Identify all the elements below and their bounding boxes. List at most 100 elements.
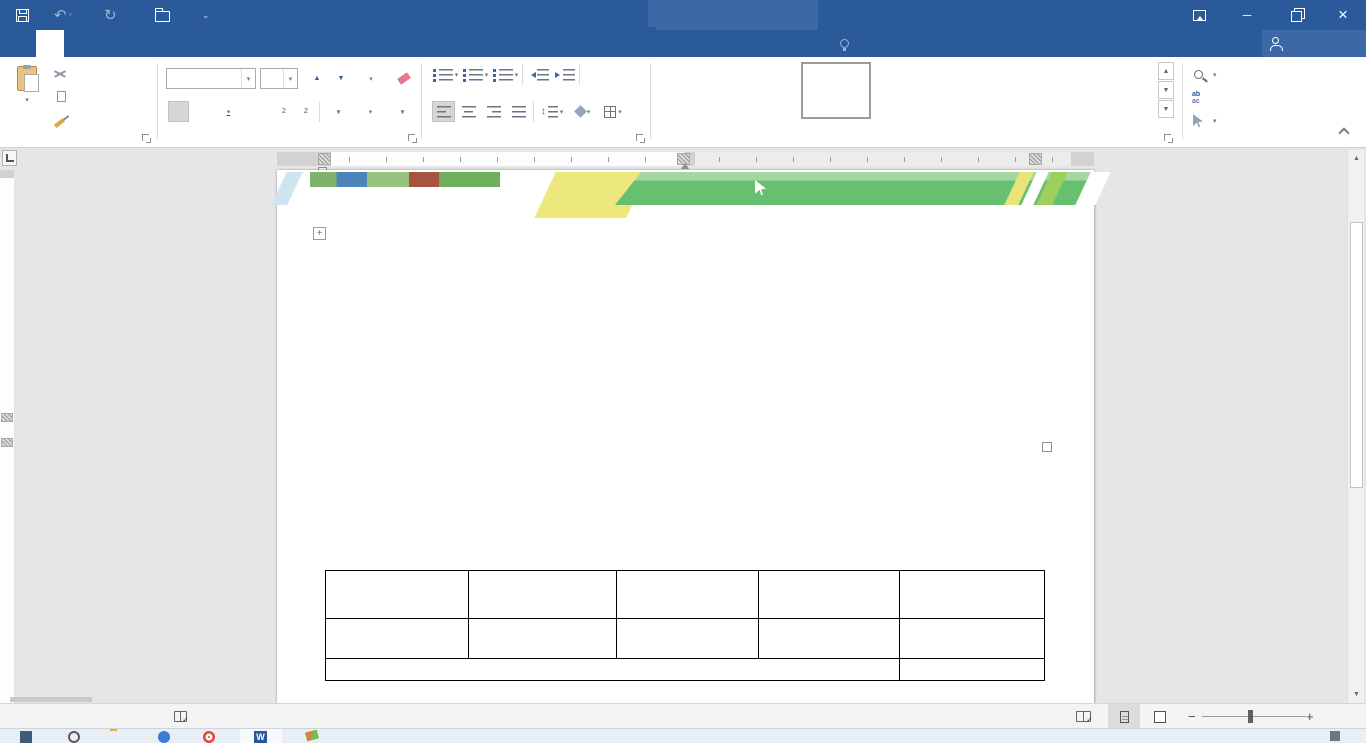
grow-font-button[interactable]: ▲ (305, 68, 327, 89)
superscript-button[interactable]: 2 (295, 101, 315, 122)
multilevel-list-button[interactable]: ▾ (492, 64, 519, 85)
font-name-combo[interactable]: ▾ (166, 68, 256, 89)
copy-button[interactable] (54, 86, 71, 107)
edge-browser-icon[interactable] (158, 731, 170, 743)
style-titulo4[interactable] (945, 62, 1015, 119)
chrome-browser-icon[interactable] (203, 731, 215, 743)
zoom-slider-thumb[interactable] (1248, 710, 1253, 723)
search-icon[interactable] (68, 731, 80, 743)
styles-more-button[interactable]: ▼ (1158, 100, 1174, 118)
clear-formatting-button[interactable] (392, 68, 416, 89)
horizontal-scrollbar-thumb[interactable] (10, 697, 92, 702)
tell-me-box[interactable] (840, 30, 855, 57)
styles-scroll-down-button[interactable]: ▼ (1158, 81, 1174, 99)
close-button[interactable]: × (1324, 0, 1362, 30)
line-spacing-button[interactable]: ↕▾ (538, 101, 566, 122)
web-layout-button[interactable] (1154, 704, 1166, 729)
align-center-button[interactable] (457, 101, 480, 122)
zoom-in-button[interactable]: + (1306, 704, 1314, 729)
table-row-marker[interactable] (1, 413, 13, 422)
increase-indent-button[interactable] (553, 64, 576, 85)
align-right-button[interactable] (482, 101, 505, 122)
undo-button[interactable]: ↶▾ (54, 0, 72, 30)
shrink-font-button[interactable]: ▼ (329, 68, 351, 89)
ribbon-display-options-button[interactable] (1180, 0, 1218, 30)
tray-icon[interactable] (1330, 731, 1340, 741)
word-app-icon[interactable]: W (254, 731, 267, 743)
italic-button[interactable] (191, 101, 212, 122)
strikethrough-button[interactable] (245, 101, 271, 122)
font-color-button[interactable]: ▾ (388, 101, 415, 122)
borders-button[interactable]: ▾ (600, 101, 626, 122)
minimize-button[interactable]: ─ (1228, 0, 1266, 30)
format-painter-button[interactable] (54, 109, 70, 130)
read-mode-button[interactable] (1076, 704, 1091, 729)
styles-dialog-launcher[interactable] (1164, 134, 1173, 143)
justify-button[interactable] (507, 101, 530, 122)
style-titulo2-selected[interactable] (801, 62, 871, 119)
zoom-slider-track[interactable] (1202, 716, 1306, 717)
right-indent-marker[interactable] (681, 159, 689, 169)
table-column-marker[interactable] (318, 153, 331, 165)
scroll-up-button[interactable]: ▲ (1348, 150, 1365, 167)
cut-button[interactable] (54, 63, 72, 84)
document-page[interactable]: + (277, 170, 1094, 703)
tab-vista[interactable] (232, 30, 260, 57)
style-titulo5[interactable] (1089, 62, 1159, 119)
save-button[interactable] (16, 0, 29, 30)
tab-correspondencia[interactable] (176, 30, 204, 57)
tab-referencias[interactable] (148, 30, 176, 57)
collapse-ribbon-button[interactable] (1340, 129, 1348, 137)
decrease-indent-button[interactable] (527, 64, 550, 85)
style-normal[interactable] (657, 62, 727, 119)
print-layout-button[interactable] (1108, 704, 1140, 729)
proofing-button[interactable] (174, 704, 187, 729)
table-column-marker[interactable] (1029, 153, 1042, 165)
qat-customize-button[interactable]: ⌄ (202, 0, 210, 30)
style-titulo3[interactable] (873, 62, 943, 119)
clipboard-dialog-launcher[interactable] (142, 134, 151, 143)
shading-button[interactable]: ▾ (570, 101, 596, 122)
tab-diseno[interactable] (92, 30, 120, 57)
scroll-down-button[interactable]: ▼ (1348, 686, 1365, 703)
share-button[interactable] (1262, 30, 1366, 57)
numbering-button[interactable]: ▾ (462, 64, 489, 85)
tab-formato[interactable] (120, 30, 148, 57)
align-left-button[interactable] (432, 101, 455, 122)
change-case-button[interactable]: ▾ (355, 68, 385, 89)
style-titulo1[interactable] (729, 62, 799, 119)
bullets-button[interactable]: ▾ (432, 64, 459, 85)
tab-table-layout[interactable] (682, 0, 710, 27)
replace-button[interactable]: abac (1192, 87, 1205, 108)
underline-button[interactable]: ▾ (214, 101, 241, 122)
paste-button[interactable]: ▾ (4, 60, 50, 136)
zoom-out-button[interactable]: − (1188, 704, 1196, 729)
sort-button[interactable] (584, 64, 608, 85)
tab-table-design[interactable] (654, 0, 682, 27)
redo-button[interactable]: ↻ (104, 0, 117, 30)
restore-button[interactable] (1276, 0, 1314, 30)
table-move-handle[interactable]: + (313, 227, 326, 240)
styles-scroll-up-button[interactable]: ▲ (1158, 62, 1174, 80)
font-size-combo[interactable]: ▾ (260, 68, 298, 89)
open-button[interactable] (155, 0, 170, 30)
paragraph-dialog-launcher[interactable] (636, 134, 645, 143)
tab-insertar[interactable] (64, 30, 92, 57)
bold-button[interactable] (168, 101, 189, 122)
tab-archivo[interactable] (8, 30, 36, 57)
scrollbar-thumb[interactable] (1350, 222, 1363, 488)
vertical-scrollbar[interactable]: ▲ ▼ (1347, 150, 1364, 703)
select-button[interactable]: ▾ (1193, 110, 1217, 131)
tab-stop-selector[interactable] (2, 150, 17, 166)
table-row-marker[interactable] (1, 438, 13, 447)
tab-inicio[interactable] (36, 30, 64, 57)
windows-start-icon[interactable] (20, 731, 32, 743)
subscript-button[interactable]: 2 (273, 101, 293, 122)
find-button[interactable]: ▾ (1194, 64, 1217, 85)
font-dialog-launcher[interactable] (408, 134, 417, 143)
style-sin-espaciado[interactable] (1017, 62, 1087, 119)
tab-revisar[interactable] (204, 30, 232, 57)
show-marks-button[interactable] (612, 64, 632, 85)
highlight-button[interactable]: ▾ (354, 101, 385, 122)
text-effects-button[interactable]: ▾ (324, 101, 351, 122)
